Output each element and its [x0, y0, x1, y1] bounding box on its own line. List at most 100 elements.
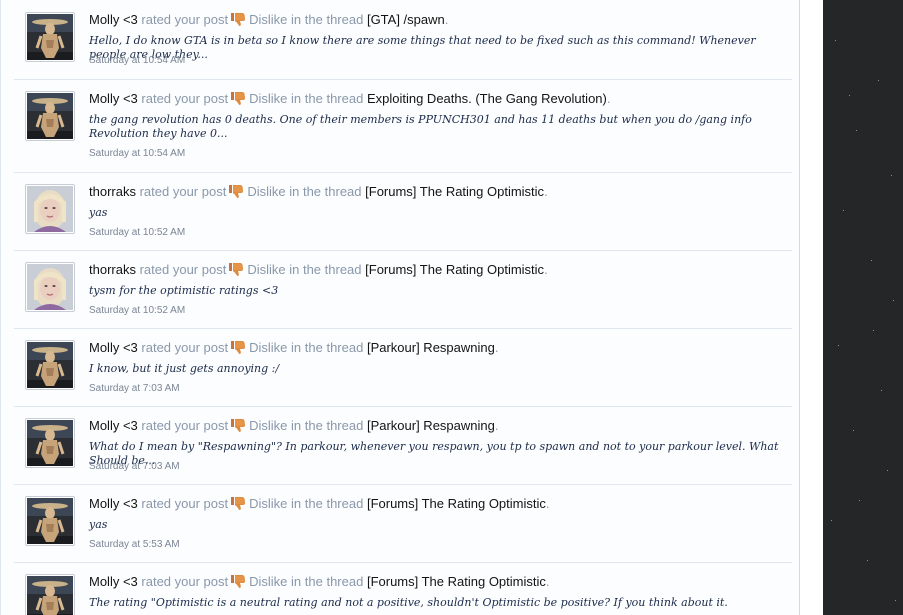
star-dot: [843, 210, 844, 211]
rating-name: Dislike: [249, 340, 288, 355]
star-dot: [871, 260, 872, 261]
in-the-thread-text: in the thread: [291, 496, 364, 511]
alert-text: Molly <3 rated your post Dislike in the t…: [89, 12, 449, 27]
star-dot: [881, 390, 882, 391]
avatar[interactable]: [25, 262, 75, 312]
in-the-thread-text: in the thread: [291, 418, 364, 433]
username-link[interactable]: thorraks: [89, 262, 136, 277]
alert-item: thorraks rated your post Dislike in the t…: [14, 172, 792, 251]
thread-link[interactable]: Exploiting Deaths. (The Gang Revolution): [367, 91, 607, 106]
alert-item: Molly <3 rated your post Dislike in the t…: [14, 406, 792, 485]
avatar[interactable]: [25, 574, 75, 615]
alert-text: thorraks rated your post Dislike in the t…: [89, 184, 548, 199]
star-dot: [891, 175, 892, 176]
avatar-image: [27, 420, 73, 466]
thread-link[interactable]: [Parkour] Respawning: [367, 340, 495, 355]
alert-timestamp: Saturday at 7:03 AM: [89, 461, 180, 472]
thread-link[interactable]: [Forums] The Rating Optimistic: [367, 496, 546, 511]
in-the-thread-text: in the thread: [291, 12, 364, 27]
alert-item: Molly <3 rated your post Dislike in the t…: [14, 562, 792, 615]
thread-link[interactable]: [Forums] The Rating Optimistic: [365, 262, 544, 277]
post-excerpt[interactable]: The rating "Optimistic is a neutral rati…: [89, 596, 789, 610]
page-gutter: [801, 0, 823, 615]
alert-timestamp: Saturday at 10:54 AM: [89, 148, 186, 159]
thread-link[interactable]: [Forums] The Rating Optimistic: [365, 184, 544, 199]
avatar[interactable]: [25, 496, 75, 546]
avatar-image: [27, 93, 73, 139]
avatar[interactable]: [25, 12, 75, 62]
dislike-icon: [228, 496, 249, 511]
star-dot: [878, 80, 879, 81]
alert-item: Molly <3 rated your post Dislike in the t…: [14, 328, 792, 407]
username-link[interactable]: Molly <3: [89, 418, 138, 433]
star-dot: [853, 430, 854, 431]
star-dot: [849, 95, 850, 96]
username-link[interactable]: Molly <3: [89, 340, 138, 355]
in-the-thread-text: in the thread: [289, 184, 362, 199]
post-excerpt[interactable]: I know, but it just gets annoying :/: [89, 362, 789, 376]
in-the-thread-text: in the thread: [289, 262, 362, 277]
star-dot: [893, 300, 894, 301]
avatar-image: [27, 264, 73, 310]
alert-text: thorraks rated your post Dislike in the t…: [89, 262, 548, 277]
post-excerpt[interactable]: What do I mean by "Respawning"? In parko…: [89, 440, 789, 468]
star-dot: [859, 500, 860, 501]
rated-your-post-text: rated your post: [141, 340, 229, 355]
background-starfield: [823, 0, 903, 615]
star-dot: [856, 130, 857, 131]
rated-your-post-text: rated your post: [141, 12, 229, 27]
alert-item: Molly <3 rated your post Dislike in the t…: [14, 484, 792, 563]
alert-text: Molly <3 rated your post Dislike in the t…: [89, 574, 550, 589]
dislike-icon: [226, 262, 247, 277]
alert-timestamp: Saturday at 10:52 AM: [89, 305, 186, 316]
post-excerpt[interactable]: tysm for the optimistic ratings <3: [89, 284, 789, 298]
dislike-icon: [226, 184, 247, 199]
star-dot: [831, 520, 832, 521]
rating-name: Dislike: [249, 91, 288, 106]
avatar[interactable]: [25, 184, 75, 234]
post-excerpt[interactable]: yas: [89, 518, 789, 532]
thread-link[interactable]: [Forums] The Rating Optimistic: [367, 574, 546, 589]
alert-timestamp: Saturday at 10:54 AM: [89, 55, 186, 66]
dislike-icon: [228, 418, 249, 433]
alert-timestamp: Saturday at 7:03 AM: [89, 383, 180, 394]
rated-your-post-text: rated your post: [139, 184, 227, 199]
in-the-thread-text: in the thread: [291, 340, 364, 355]
alert-text: Molly <3 rated your post Dislike in the t…: [89, 418, 499, 433]
avatar[interactable]: [25, 340, 75, 390]
post-excerpt[interactable]: yas: [89, 206, 789, 220]
in-the-thread-text: in the thread: [291, 574, 364, 589]
post-excerpt[interactable]: the gang revolution has 0 deaths. One of…: [89, 113, 789, 141]
rated-your-post-text: rated your post: [139, 262, 227, 277]
alert-timestamp: Saturday at 10:52 AM: [89, 227, 186, 238]
rating-name: Dislike: [249, 496, 288, 511]
in-the-thread-text: in the thread: [291, 91, 364, 106]
avatar-image: [27, 186, 73, 232]
alert-item: Molly <3 rated your post Dislike in the t…: [14, 79, 792, 173]
rated-your-post-text: rated your post: [141, 418, 229, 433]
avatar[interactable]: [25, 418, 75, 468]
star-dot: [867, 560, 868, 561]
username-link[interactable]: thorraks: [89, 184, 136, 199]
rating-name: Dislike: [249, 574, 288, 589]
thread-link[interactable]: [GTA] /spawn: [367, 12, 445, 27]
rating-name: Dislike: [249, 12, 288, 27]
star-dot: [873, 330, 874, 331]
avatar[interactable]: [25, 91, 75, 141]
username-link[interactable]: Molly <3: [89, 12, 138, 27]
username-link[interactable]: Molly <3: [89, 91, 138, 106]
star-dot: [835, 40, 836, 41]
dislike-icon: [228, 12, 249, 27]
star-dot: [838, 345, 839, 346]
avatar-image: [27, 342, 73, 388]
post-excerpt[interactable]: Hello, I do know GTA is in beta so I kno…: [89, 34, 789, 62]
rated-your-post-text: rated your post: [141, 574, 229, 589]
alert-item: Molly <3 rated your post Dislike in the t…: [14, 0, 792, 80]
alert-text: Molly <3 rated your post Dislike in the t…: [89, 496, 550, 511]
alert-text: Molly <3 rated your post Dislike in the t…: [89, 91, 611, 106]
rated-your-post-text: rated your post: [141, 496, 229, 511]
dislike-icon: [228, 574, 249, 589]
thread-link[interactable]: [Parkour] Respawning: [367, 418, 495, 433]
username-link[interactable]: Molly <3: [89, 496, 138, 511]
username-link[interactable]: Molly <3: [89, 574, 138, 589]
